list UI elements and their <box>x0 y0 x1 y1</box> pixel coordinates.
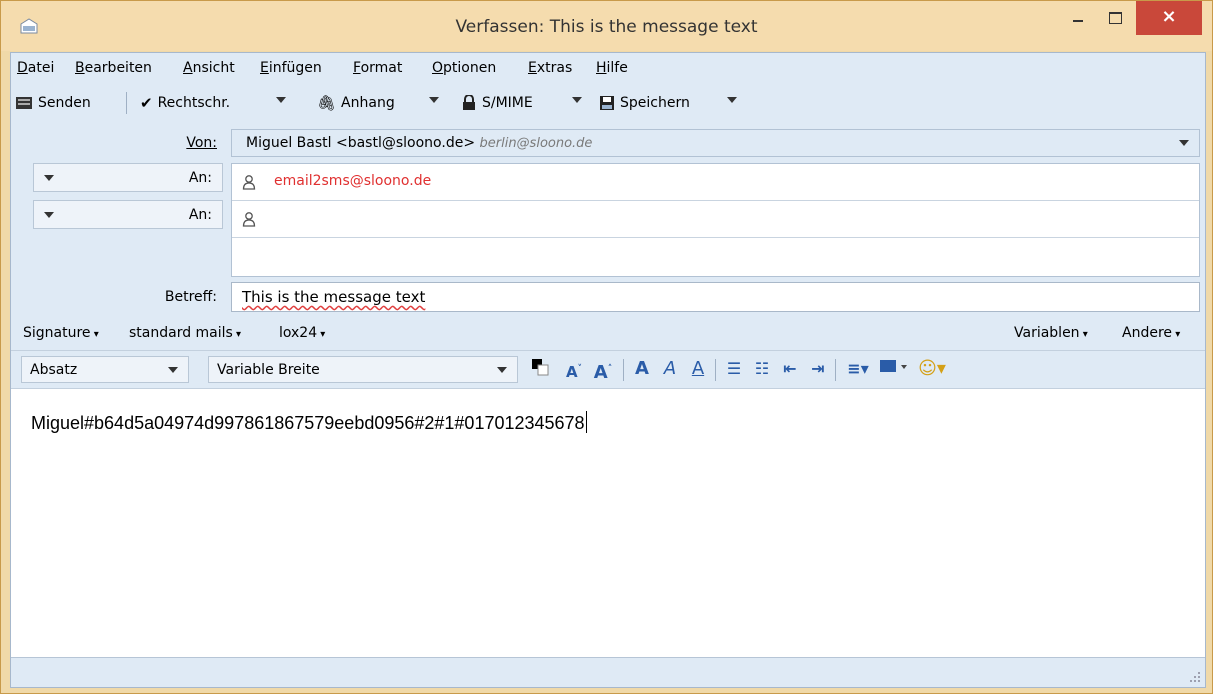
minimize-button[interactable] <box>1061 1 1093 31</box>
recipient-type-label: An: <box>188 207 212 223</box>
numbered-list-icon[interactable]: ☷ <box>751 357 773 381</box>
recipient-row[interactable]: email2sms@sloono.de <box>232 164 1199 201</box>
menu-einfuegen[interactable]: Einfügen <box>260 60 322 76</box>
recipient-type-button-1[interactable]: An: <box>33 163 223 192</box>
format-toolbar: Absatz Variable Breite A˅ A˄ A A A ☰ ☷ ⇤… <box>11 350 1205 386</box>
signature-menu[interactable]: Signature <box>23 325 99 341</box>
close-button[interactable]: × <box>1136 1 1202 35</box>
window-title: Verfassen: This is the message text <box>455 17 758 37</box>
subject-label: Betreff: <box>164 289 217 305</box>
smime-label: S/MIME <box>482 95 533 111</box>
send-button[interactable]: Senden <box>15 92 91 114</box>
client-area: Datei Bearbeiten Ansicht Einfügen Format… <box>10 52 1206 688</box>
text-caret <box>585 411 587 433</box>
text-color-icon <box>532 359 549 376</box>
menu-extras[interactable]: Extras <box>528 60 572 76</box>
message-body: Miguel#b64d5a04974d997861867579eebd0956#… <box>31 411 587 434</box>
lock-icon <box>463 95 475 110</box>
menu-format[interactable]: Format <box>353 60 402 76</box>
format-divider <box>715 359 716 381</box>
recipient-address[interactable]: email2sms@sloono.de <box>274 173 431 189</box>
variablen-menu[interactable]: Variablen <box>1014 325 1088 341</box>
smaller-text-icon[interactable]: A˅ <box>563 357 585 381</box>
insert-image-icon[interactable] <box>877 357 911 381</box>
font-value: Variable Breite <box>217 362 320 378</box>
attach-button[interactable]: 🖇 Anhang <box>317 92 395 114</box>
smime-button[interactable]: S/MIME <box>461 92 533 114</box>
checkmark-icon: ✔ <box>140 94 153 112</box>
bullet-list-icon[interactable]: ☰ <box>723 357 745 381</box>
floppy-disk-icon <box>600 96 614 110</box>
italic-icon[interactable]: A <box>659 357 681 381</box>
recipient-type-label: An: <box>188 170 212 186</box>
paperclip-icon: 🖇 <box>317 94 337 112</box>
paragraph-format-select[interactable]: Absatz <box>21 356 189 383</box>
subject-input[interactable]: This is the message text <box>231 282 1200 312</box>
save-label: Speichern <box>620 95 690 111</box>
person-icon <box>242 212 256 227</box>
toolbar-divider <box>126 92 127 114</box>
menu-optionen[interactable]: Optionen <box>432 60 496 76</box>
from-select[interactable]: Miguel Bastl <bastl@sloono.de> berlin@sl… <box>231 129 1200 157</box>
message-body-editor[interactable]: Miguel#b64d5a04974d997861867579eebd0956#… <box>11 388 1205 658</box>
recipient-type-button-2[interactable]: An: <box>33 200 223 229</box>
underline-icon[interactable]: A <box>687 357 709 381</box>
menu-hilfe[interactable]: Hilfe <box>596 60 628 76</box>
spellcheck-label: Rechtschr. <box>157 95 231 111</box>
title-bar[interactable]: Verfassen: This is the message text × <box>1 1 1212 51</box>
toolbar: Senden ✔ Rechtschr. 🖇 Anhang S/MIME Spei… <box>11 86 1205 120</box>
paragraph-format-value: Absatz <box>30 362 78 378</box>
resize-grip-icon[interactable] <box>1189 671 1201 683</box>
subject-value: This is the message text <box>242 288 426 306</box>
chevron-down-icon <box>1179 140 1189 146</box>
outdent-icon[interactable]: ⇤ <box>779 357 801 381</box>
larger-text-icon[interactable]: A˄ <box>591 357 615 383</box>
message-header: Von: Miguel Bastl <bastl@sloono.de> berl… <box>11 121 1205 317</box>
menu-bar: Datei Bearbeiten Ansicht Einfügen Format… <box>11 57 1205 79</box>
menu-ansicht[interactable]: Ansicht <box>183 60 235 76</box>
text-color-button[interactable] <box>527 357 553 381</box>
from-value: Miguel Bastl <bastl@sloono.de> berlin@sl… <box>246 135 592 151</box>
smiley-icon[interactable]: ☺▾ <box>915 357 949 381</box>
smime-dropdown-icon[interactable] <box>572 97 582 103</box>
save-dropdown-icon[interactable] <box>727 97 737 103</box>
attach-label: Anhang <box>341 95 395 111</box>
andere-menu[interactable]: Andere <box>1122 325 1180 341</box>
signature-bar: Signature standard mails lox24 Variablen… <box>11 321 1205 347</box>
send-label: Senden <box>38 95 91 111</box>
recipient-row-empty[interactable] <box>232 238 1199 275</box>
from-label: Von: <box>186 135 217 151</box>
maximize-button[interactable] <box>1099 1 1131 31</box>
recipient-list: email2sms@sloono.de <box>231 163 1200 277</box>
compose-window: Verfassen: This is the message text × Da… <box>0 0 1213 694</box>
spellcheck-dropdown-icon[interactable] <box>276 97 286 103</box>
chevron-down-icon <box>44 212 54 218</box>
align-icon[interactable]: ≡▾ <box>843 357 873 381</box>
person-icon <box>242 175 256 190</box>
body-text: Miguel#b64d5a04974d997861867579eebd0956#… <box>31 413 585 433</box>
chevron-down-icon <box>44 175 54 181</box>
status-bar <box>11 657 1205 687</box>
attach-dropdown-icon[interactable] <box>429 97 439 103</box>
indent-icon[interactable]: ⇥ <box>807 357 829 381</box>
lox24-menu[interactable]: lox24 <box>279 325 325 341</box>
recipient-row[interactable] <box>232 201 1199 238</box>
from-address: Miguel Bastl <bastl@sloono.de> <box>246 135 476 151</box>
menu-datei[interactable]: Datei <box>17 60 54 76</box>
from-alias: berlin@sloono.de <box>479 136 593 151</box>
standard-mails-menu[interactable]: standard mails <box>129 325 241 341</box>
image-icon <box>880 360 907 372</box>
format-divider <box>835 359 836 381</box>
format-divider <box>623 359 624 381</box>
font-select[interactable]: Variable Breite <box>208 356 518 383</box>
chevron-down-icon <box>497 367 507 373</box>
save-button[interactable]: Speichern <box>599 92 690 114</box>
menu-bearbeiten[interactable]: Bearbeiten <box>75 60 152 76</box>
chevron-down-icon <box>168 367 178 373</box>
bold-icon[interactable]: A <box>631 357 653 381</box>
send-icon <box>16 97 32 109</box>
spellcheck-button[interactable]: ✔ Rechtschr. <box>140 92 230 114</box>
